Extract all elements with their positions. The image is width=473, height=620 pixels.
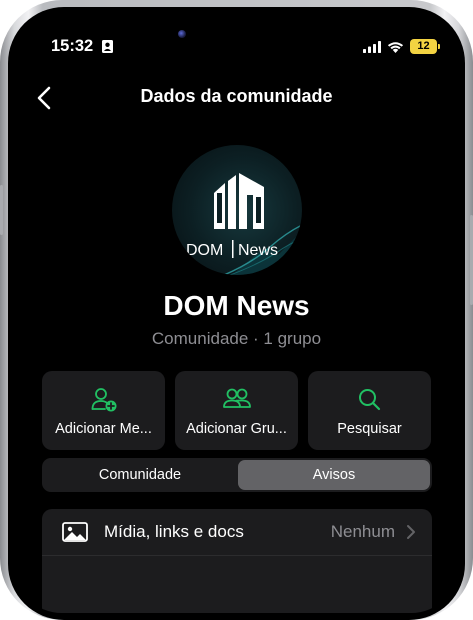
community-avatar[interactable]: DOM News: [172, 145, 302, 275]
contact-card-icon: [102, 40, 113, 53]
tab-comunidade[interactable]: Comunidade: [44, 460, 236, 490]
add-member-label: Adicionar Me...: [55, 421, 152, 437]
search-button[interactable]: Pesquisar: [308, 371, 431, 450]
search-label: Pesquisar: [337, 421, 402, 437]
logo-text-dom: DOM: [186, 242, 223, 259]
dom-news-logo: DOM News: [186, 173, 302, 275]
media-row-label: Mídia, links e docs: [104, 522, 244, 541]
signal-icon: [363, 40, 381, 53]
media-row-value: Nenhum: [330, 522, 395, 541]
side-button-left: [0, 185, 3, 235]
screen: 15:32 12 Dados da comunidade DOM News DO…: [14, 13, 459, 613]
logo-text-news: News: [238, 242, 278, 259]
photo-icon: [62, 522, 88, 542]
add-member-icon: [91, 388, 116, 412]
status-indicators: 12: [363, 39, 440, 54]
tab-avisos[interactable]: Avisos: [238, 460, 430, 490]
battery-icon: 12: [410, 39, 440, 54]
media-links-docs-row[interactable]: Mídia, links e docs Nenhum: [42, 509, 432, 555]
search-icon: [358, 389, 380, 411]
wifi-icon: [387, 41, 404, 53]
add-group-button[interactable]: Adicionar Gru...: [175, 371, 298, 450]
front-camera-icon: [178, 30, 186, 38]
add-group-icon: [222, 388, 251, 408]
page-title: Dados da comunidade: [140, 86, 333, 106]
add-group-label: Adicionar Gru...: [186, 421, 287, 437]
community-name: DOM News: [163, 290, 310, 321]
chevron-right-icon: [407, 525, 415, 539]
status-time: 15:32: [51, 37, 94, 55]
segmented-control: Comunidade Avisos: [42, 458, 432, 492]
next-list-row: [42, 555, 432, 613]
add-member-button[interactable]: Adicionar Me...: [42, 371, 165, 450]
community-subtitle: Comunidade · 1 grupo: [151, 329, 322, 348]
